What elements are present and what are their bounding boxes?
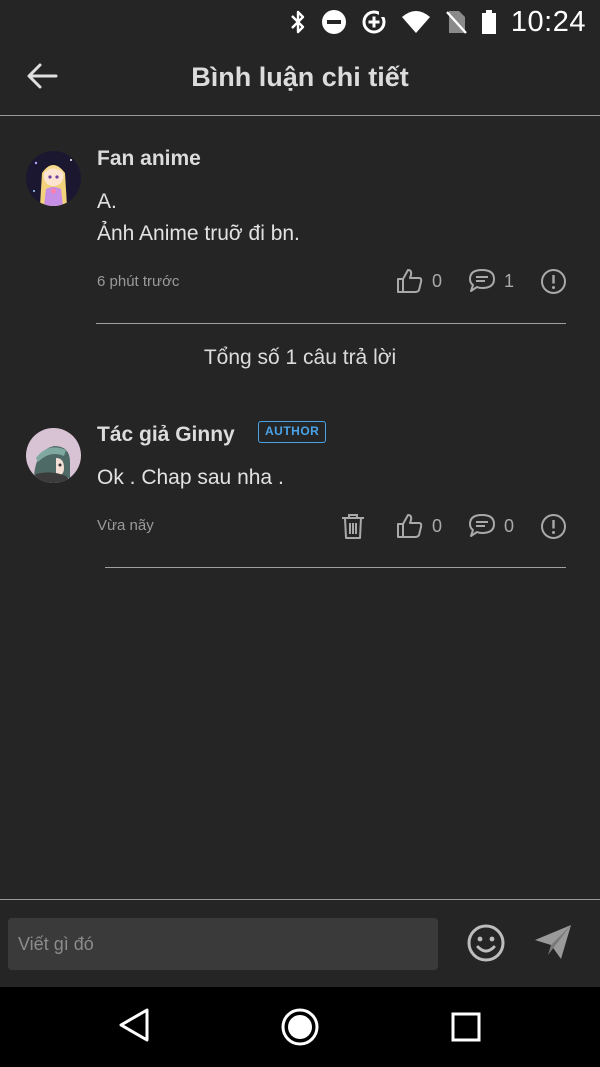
reply-summary: Tổng số 1 câu trả lời: [203, 346, 397, 369]
chat-bubble-icon: [469, 269, 495, 292]
nav-home-button[interactable]: [281, 1008, 319, 1051]
divider: [105, 567, 566, 568]
header: Bình luận chi tiết: [0, 44, 600, 116]
thumbs-up-icon: [397, 514, 423, 538]
comment-input[interactable]: [8, 918, 438, 970]
alert-circle-icon: [541, 269, 566, 294]
comment-input-bar: [0, 899, 600, 987]
nav-back-button[interactable]: [117, 1007, 151, 1048]
reply-text: Ok . Chap sau nha .: [97, 466, 284, 489]
do-not-disturb-icon: [321, 10, 346, 34]
reply-button[interactable]: 0: [468, 513, 514, 539]
wifi-icon: [401, 11, 430, 33]
author-badge: AUTHOR: [258, 421, 327, 443]
anime-avatar-image: [26, 151, 81, 206]
report-button[interactable]: [540, 513, 567, 540]
divider: [96, 323, 566, 324]
circle-home-icon: [281, 1008, 319, 1046]
delete-button[interactable]: [340, 513, 366, 540]
reply-button[interactable]: 1: [468, 268, 514, 294]
send-button[interactable]: [533, 923, 573, 966]
emoji-button[interactable]: [466, 923, 506, 968]
status-time: 10:24: [510, 5, 586, 38]
avatar[interactable]: [26, 151, 81, 206]
square-recents-icon: [451, 1012, 481, 1042]
status-bar: 10:24: [0, 0, 600, 44]
triangle-back-icon: [119, 1008, 149, 1042]
report-button[interactable]: [540, 268, 567, 295]
like-count: 0: [432, 270, 443, 291]
avatar[interactable]: [26, 428, 81, 483]
navigation-bar: [0, 987, 600, 1067]
send-icon: [535, 925, 571, 959]
nav-recents-button[interactable]: [450, 1011, 482, 1048]
comment-author: Fan anime: [97, 147, 201, 170]
thumbs-up-icon: [397, 269, 423, 293]
like-button[interactable]: 0: [396, 513, 442, 539]
data-saver-icon: [362, 9, 387, 34]
battery-icon: [481, 10, 496, 34]
like-count: 0: [432, 515, 443, 536]
page-title: Bình luận chi tiết: [191, 62, 409, 92]
comment-text-line: Ảnh Anime truỡ đi bn.: [97, 222, 300, 245]
alert-circle-icon: [541, 514, 566, 539]
reply-count-value: 1: [504, 270, 515, 291]
author-avatar-image: [26, 428, 81, 483]
reply-author: Tác giả Ginny: [97, 423, 235, 446]
comment-text-line: A.: [97, 190, 117, 213]
like-button[interactable]: 0: [396, 268, 442, 294]
reply-time: Vừa nãy: [97, 517, 154, 534]
smiley-icon: [467, 924, 505, 962]
screen: 10:24 Bình luận chi tiết Fan anime A. Ản…: [0, 0, 600, 1067]
chat-bubble-icon: [469, 514, 495, 537]
comment-time: 6 phút trước: [97, 273, 180, 290]
trash-icon: [342, 514, 364, 539]
reply-count-value: 0: [504, 515, 515, 536]
no-sim-icon: [446, 11, 467, 34]
bluetooth-icon: [291, 10, 305, 34]
